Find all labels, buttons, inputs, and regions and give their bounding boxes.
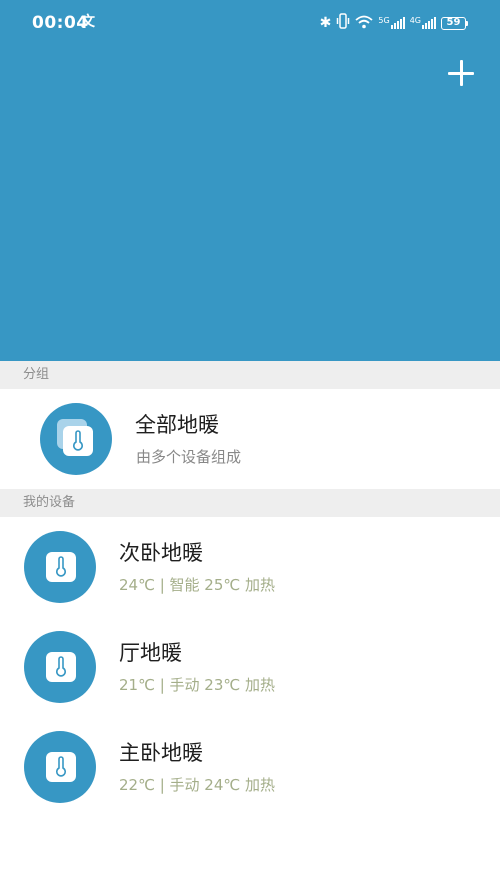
thermometer-icon xyxy=(24,631,96,703)
device-item-master-bedroom[interactable]: 主卧地暖 22℃ | 手动 24℃ 加热 xyxy=(0,717,500,817)
device-status: 21℃ | 手动 23℃ 加热 xyxy=(119,676,275,694)
group-title: 全部地暖 xyxy=(135,413,219,437)
device-status: 22℃ | 手动 24℃ 加热 xyxy=(119,776,275,794)
battery-level: 59 xyxy=(441,16,466,30)
translate-icon: 文 xyxy=(81,14,95,30)
vibrate-icon xyxy=(336,13,350,33)
signal-4g-icon: 4G xyxy=(410,17,436,29)
group-item-all[interactable]: 全部地暖 由多个设备组成 xyxy=(0,389,500,489)
section-label-devices: 我的设备 xyxy=(0,489,500,517)
status-icons: ✱ 5G 4G 59 xyxy=(320,13,468,33)
section-label-groups: 分组 xyxy=(0,361,500,389)
device-title: 主卧地暖 xyxy=(119,741,203,765)
device-item-second-bedroom[interactable]: 次卧地暖 24℃ | 智能 25℃ 加热 xyxy=(0,517,500,617)
add-device-button[interactable] xyxy=(440,54,480,94)
status-bar: 00:04 文 ✱ 5G 4G 59 xyxy=(0,0,500,46)
thermometer-icon xyxy=(24,731,96,803)
signal-5g-icon: 5G xyxy=(378,17,405,29)
device-status: 24℃ | 智能 25℃ 加热 xyxy=(119,576,275,594)
thermometer-group-icon xyxy=(40,403,112,475)
header-banner: 00:04 文 ✱ 5G 4G 59 xyxy=(0,0,500,361)
wifi-icon xyxy=(355,14,373,33)
thermometer-icon xyxy=(24,531,96,603)
device-title: 次卧地暖 xyxy=(119,541,203,565)
device-item-living-room[interactable]: 厅地暖 21℃ | 手动 23℃ 加热 xyxy=(0,617,500,717)
battery-icon: 59 xyxy=(441,16,468,30)
bluetooth-icon: ✱ xyxy=(319,15,332,31)
device-title: 厅地暖 xyxy=(119,641,182,665)
group-subtitle: 由多个设备组成 xyxy=(136,448,242,466)
